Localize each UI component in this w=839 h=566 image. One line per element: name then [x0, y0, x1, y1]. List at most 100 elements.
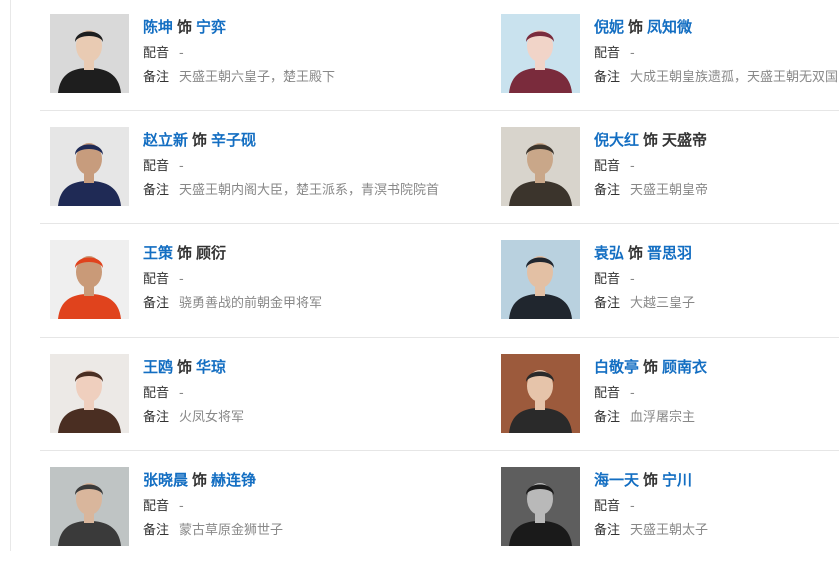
actor-photo[interactable] — [501, 14, 580, 93]
cast-row: 赵立新饰辛子砚 配音 - 备注 天盛王朝内阁大臣，楚王派系，青溟书院院首 倪大红饰天… — [40, 113, 839, 226]
dubbing-label: 配音 — [143, 272, 170, 287]
cast-info: 白敬亭饰顾南衣 配音 - 备注 血浮屠宗主 — [594, 354, 707, 426]
cast-card: 赵立新饰辛子砚 配音 - 备注 天盛王朝内阁大臣，楚王派系，青溟书院院首 — [50, 127, 490, 207]
cast-info: 陈坤饰宁弈 配音 - 备注 天盛王朝六皇子，楚王殿下 — [143, 14, 335, 86]
note-value: 大成王朝皇族遗孤，天盛王朝无双国 — [630, 70, 839, 85]
dubbing-line: 配音 - — [143, 272, 322, 288]
actor-name-link[interactable]: 袁弘 — [594, 244, 624, 262]
note-line: 备注 天盛王朝皇帝 — [594, 183, 708, 199]
cast-card: 王策饰顾衍 配音 - 备注 骁勇善战的前朝金甲将军 — [50, 240, 490, 320]
note-line: 备注 血浮屠宗主 — [594, 410, 707, 426]
dubbing-line: 配音 - — [594, 272, 695, 288]
actor-name-link[interactable]: 海一天 — [594, 471, 639, 489]
actor-name-link[interactable]: 陈坤 — [143, 18, 173, 36]
note-label: 备注 — [143, 183, 170, 198]
cast-row: 王策饰顾衍 配音 - 备注 骁勇善战的前朝金甲将军 袁弘饰晋思羽 配音 - 备注… — [40, 226, 839, 339]
cast-card: 倪妮饰凤知微 配音 - 备注 大成王朝皇族遗孤，天盛王朝无双国 — [501, 14, 839, 94]
note-label: 备注 — [143, 523, 170, 538]
name-line: 白敬亭饰顾南衣 — [594, 356, 707, 378]
dubbing-value: - — [630, 499, 635, 514]
cast-card: 白敬亭饰顾南衣 配音 - 备注 血浮屠宗主 — [501, 354, 839, 434]
dubbing-line: 配音 - — [143, 46, 335, 62]
role-name-link[interactable]: 宁弈 — [196, 18, 226, 36]
note-line: 备注 骁勇善战的前朝金甲将军 — [143, 296, 322, 312]
role-name-link[interactable]: 晋思羽 — [647, 244, 692, 262]
actor-photo[interactable] — [501, 467, 580, 546]
actor-name-link[interactable]: 张晓晨 — [143, 471, 188, 489]
dubbing-value: - — [630, 386, 635, 401]
portrait-image — [50, 354, 129, 433]
note-value: 血浮屠宗主 — [630, 410, 696, 425]
name-line: 倪妮饰凤知微 — [594, 16, 838, 38]
cast-row: 陈坤饰宁弈 配音 - 备注 天盛王朝六皇子，楚王殿下 倪妮饰凤知微 配音 - 备… — [40, 0, 839, 113]
actor-photo[interactable] — [501, 240, 580, 319]
cast-info: 倪妮饰凤知微 配音 - 备注 大成王朝皇族遗孤，天盛王朝无双国 — [594, 14, 838, 86]
dubbing-label: 配音 — [594, 499, 621, 514]
row-divider — [40, 110, 839, 111]
note-value: 天盛王朝皇帝 — [630, 183, 709, 198]
actor-photo[interactable] — [50, 354, 129, 433]
row-divider — [40, 337, 839, 338]
actor-name-link[interactable]: 白敬亭 — [594, 358, 639, 376]
actor-photo[interactable] — [50, 127, 129, 206]
portrait-image — [50, 127, 129, 206]
cast-info: 王策饰顾衍 配音 - 备注 骁勇善战的前朝金甲将军 — [143, 240, 322, 312]
actor-photo[interactable] — [50, 14, 129, 93]
plays-label: 饰 — [643, 358, 659, 376]
role-name: 天盛帝 — [662, 131, 708, 149]
role-name-link[interactable]: 凤知微 — [647, 18, 692, 36]
actor-name-link[interactable]: 倪大红 — [594, 131, 639, 149]
plays-label: 饰 — [177, 358, 193, 376]
dubbing-line: 配音 - — [594, 386, 707, 402]
name-line: 陈坤饰宁弈 — [143, 16, 335, 38]
portrait-image — [50, 467, 129, 546]
name-line: 王策饰顾衍 — [143, 242, 322, 264]
cast-card: 袁弘饰晋思羽 配音 - 备注 大越三皇子 — [501, 240, 839, 320]
cast-info: 赵立新饰辛子砚 配音 - 备注 天盛王朝内阁大臣，楚王派系，青溟书院院首 — [143, 127, 439, 199]
note-label: 备注 — [594, 410, 621, 425]
actor-name-link[interactable]: 赵立新 — [143, 131, 188, 149]
role-name-link[interactable]: 华琼 — [196, 358, 226, 376]
cast-card: 张晓晨饰赫连铮 配音 - 备注 蒙古草原金狮世子 — [50, 467, 490, 547]
dubbing-line: 配音 - — [143, 159, 439, 175]
actor-photo[interactable] — [501, 127, 580, 206]
role-name-link[interactable]: 顾南衣 — [662, 358, 707, 376]
note-label: 备注 — [143, 410, 170, 425]
cast-row: 张晓晨饰赫连铮 配音 - 备注 蒙古草原金狮世子 海一天饰宁川 配音 - 备注 … — [40, 453, 839, 566]
name-line: 袁弘饰晋思羽 — [594, 242, 695, 264]
name-line: 张晓晨饰赫连铮 — [143, 469, 283, 491]
dubbing-label: 配音 — [594, 46, 621, 61]
actor-name-link[interactable]: 倪妮 — [594, 18, 624, 36]
note-value: 蒙古草原金狮世子 — [179, 523, 284, 538]
actor-photo[interactable] — [50, 240, 129, 319]
role-name-link[interactable]: 辛子砚 — [211, 131, 256, 149]
cast-row: 王鸥饰华琼 配音 - 备注 火凤女将军 白敬亭饰顾南衣 配音 - 备注 血浮屠宗… — [40, 340, 839, 453]
name-line: 海一天饰宁川 — [594, 469, 708, 491]
note-value: 骁勇善战的前朝金甲将军 — [179, 296, 323, 311]
note-label: 备注 — [143, 296, 170, 311]
portrait-image — [501, 354, 580, 433]
role-name-link[interactable]: 赫连铮 — [211, 471, 256, 489]
actor-photo[interactable] — [501, 354, 580, 433]
note-value: 天盛王朝六皇子，楚王殿下 — [179, 70, 336, 85]
portrait-image — [50, 240, 129, 319]
plays-label: 饰 — [177, 18, 193, 36]
dubbing-value: - — [630, 46, 635, 61]
dubbing-label: 配音 — [594, 272, 621, 287]
actor-photo[interactable] — [50, 467, 129, 546]
note-value: 火凤女将军 — [179, 410, 245, 425]
portrait-image — [50, 14, 129, 93]
note-label: 备注 — [594, 523, 621, 538]
row-divider — [40, 223, 839, 224]
name-line: 赵立新饰辛子砚 — [143, 129, 439, 151]
role-name-link[interactable]: 宁川 — [662, 471, 692, 489]
cast-info: 王鸥饰华琼 配音 - 备注 火凤女将军 — [143, 354, 244, 426]
portrait-image — [501, 14, 580, 93]
actor-name-link[interactable]: 王鸥 — [143, 358, 173, 376]
actor-name-link[interactable]: 王策 — [143, 244, 173, 262]
note-line: 备注 火凤女将军 — [143, 410, 244, 426]
dubbing-label: 配音 — [143, 499, 170, 514]
plays-label: 饰 — [192, 131, 208, 149]
cast-info: 张晓晨饰赫连铮 配音 - 备注 蒙古草原金狮世子 — [143, 467, 283, 539]
cast-info: 倪大红饰天盛帝 配音 - 备注 天盛王朝皇帝 — [594, 127, 708, 199]
